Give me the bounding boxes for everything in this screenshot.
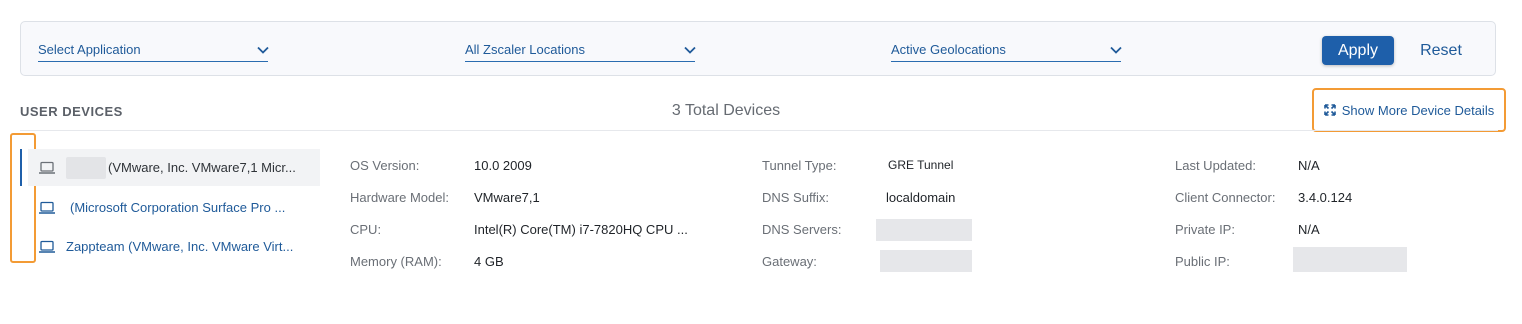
tunnel-type-label: Tunnel Type: <box>762 158 837 173</box>
public-ip-label: Public IP: <box>1175 254 1230 269</box>
application-dropdown[interactable]: Select Application <box>38 38 269 62</box>
chevron-down-icon <box>257 46 269 54</box>
apply-button[interactable]: Apply <box>1322 36 1394 65</box>
device-name: Zappteam (VMware, Inc. VMware Virt... <box>66 239 294 254</box>
laptop-icon <box>39 201 55 214</box>
expand-icon <box>1323 104 1336 116</box>
private-ip-value: N/A <box>1298 222 1320 237</box>
last-updated-label: Last Updated: <box>1175 158 1256 173</box>
tunnel-type-value: GRE Tunnel <box>888 158 954 172</box>
memory-label: Memory (RAM): <box>350 254 442 269</box>
geolocations-dropdown-label: Active Geolocations <box>891 42 1006 57</box>
selected-device-indicator <box>20 149 22 186</box>
last-updated-value: N/A <box>1298 158 1320 173</box>
total-devices-count: 3 Total Devices <box>671 102 781 119</box>
show-more-details-button[interactable]: Show More Device Details <box>1312 88 1506 132</box>
os-version-label: OS Version: <box>350 158 420 173</box>
laptop-icon <box>39 161 55 174</box>
client-connector-label: Client Connector: <box>1175 190 1276 205</box>
locations-dropdown-label: All Zscaler Locations <box>465 42 585 57</box>
device-item[interactable]: Zappteam (VMware, Inc. VMware Virt... <box>28 228 320 265</box>
device-item[interactable]: (Microsoft Corporation Surface Pro ... <box>28 189 320 226</box>
os-version-value: 10.0 2009 <box>474 158 532 173</box>
hardware-model-value: VMware7,1 <box>474 190 540 205</box>
chevron-down-icon <box>1110 46 1122 54</box>
dns-suffix-value: localdomain <box>886 190 956 205</box>
reset-button[interactable]: Reset <box>1406 36 1476 65</box>
cpu-value: Intel(R) Core(TM) i7-7820HQ CPU ... <box>474 222 688 237</box>
device-name: (Microsoft Corporation Surface Pro ... <box>70 200 286 215</box>
dns-suffix-label: DNS Suffix: <box>762 190 829 205</box>
device-name: (VMware, Inc. VMware7,1 Micr... <box>108 160 296 175</box>
application-dropdown-label: Select Application <box>38 42 141 57</box>
dns-servers-label: DNS Servers: <box>762 222 842 237</box>
show-more-label: Show More Device Details <box>1341 102 1495 118</box>
locations-dropdown[interactable]: All Zscaler Locations <box>465 38 696 62</box>
cpu-label: CPU: <box>350 222 382 237</box>
device-item[interactable]: (VMware, Inc. VMware7,1 Micr... <box>28 149 320 186</box>
laptop-icon <box>39 240 55 253</box>
redacted-dns-servers <box>876 219 972 241</box>
section-divider <box>20 130 1498 131</box>
memory-value: 4 GB <box>474 254 504 269</box>
geolocations-dropdown[interactable]: Active Geolocations <box>891 38 1122 62</box>
gateway-label: Gateway: <box>762 254 817 269</box>
chevron-down-icon <box>684 46 696 54</box>
private-ip-label: Private IP: <box>1175 222 1235 237</box>
hardware-model-label: Hardware Model: <box>350 190 449 205</box>
redacted-device-owner <box>66 156 106 179</box>
redacted-gateway <box>880 250 972 272</box>
redacted-public-ip <box>1293 247 1407 272</box>
filter-bar: Select Application All Zscaler Locations… <box>20 21 1496 76</box>
client-connector-value: 3.4.0.124 <box>1298 190 1353 205</box>
